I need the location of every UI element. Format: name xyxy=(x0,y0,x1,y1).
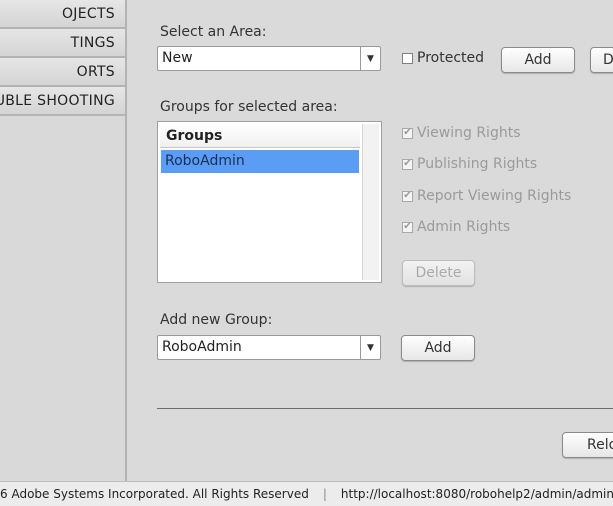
protected-label: Protected xyxy=(417,50,484,66)
dropdown-arrow-icon[interactable]: ▼ xyxy=(360,336,380,359)
check-icon[interactable]: ✔ xyxy=(402,190,413,202)
add-new-group-label: Add new Group: xyxy=(160,312,273,328)
admin-rights-checkbox-row[interactable]: ✔ Admin Rights xyxy=(402,219,510,235)
select-area-label: Select an Area: xyxy=(160,24,267,40)
list-item[interactable]: RoboAdmin xyxy=(161,150,359,173)
publishing-rights-checkbox-row[interactable]: ✔ Publishing Rights xyxy=(402,156,537,172)
add-area-button[interactable]: Add xyxy=(501,47,575,73)
delete-group-button[interactable]: Delete xyxy=(402,260,475,286)
groups-column-header[interactable]: Groups xyxy=(160,124,360,148)
sidebar-item-projects[interactable]: OJECTS xyxy=(0,0,125,29)
main-panel: Select an Area: New ▼ Protected Add D Gr… xyxy=(127,0,613,481)
sidebar-item-label: ORTS xyxy=(76,63,115,80)
check-icon[interactable]: ✔ xyxy=(402,221,413,233)
admin-rights-label: Admin Rights xyxy=(417,219,511,235)
check-icon[interactable]: ✔ xyxy=(402,158,413,170)
groups-scrollbar[interactable] xyxy=(362,124,379,280)
sidebar-nav: OJECTS TINGS ORTS UBLE SHOOTING xyxy=(0,0,127,481)
check-icon[interactable]: ✔ xyxy=(402,127,413,139)
new-group-select-value: RoboAdmin xyxy=(162,339,242,355)
reload-button[interactable]: Relo xyxy=(562,432,613,458)
status-bar: 6 Adobe Systems Incorporated. All Rights… xyxy=(0,481,613,506)
new-group-select[interactable]: RoboAdmin ▼ xyxy=(157,335,381,360)
publishing-rights-label: Publishing Rights xyxy=(417,156,538,172)
sidebar-item-settings[interactable]: TINGS xyxy=(0,29,125,58)
delete-area-button[interactable]: D xyxy=(590,47,613,73)
area-select[interactable]: New ▼ xyxy=(157,46,381,71)
sidebar-item-label: OJECTS xyxy=(61,5,115,22)
dropdown-arrow-icon[interactable]: ▼ xyxy=(360,47,380,70)
status-separator: | xyxy=(322,487,327,501)
protected-checkbox[interactable] xyxy=(402,52,413,64)
viewing-rights-checkbox-row[interactable]: ✔ Viewing Rights xyxy=(402,125,520,141)
sidebar-item-label: UBLE SHOOTING xyxy=(0,92,115,109)
groups-list[interactable]: Groups RoboAdmin xyxy=(157,121,382,283)
report-viewing-rights-checkbox-row[interactable]: ✔ Report Viewing Rights xyxy=(402,188,571,204)
add-group-button[interactable]: Add xyxy=(401,335,475,361)
viewing-rights-label: Viewing Rights xyxy=(417,125,521,141)
area-select-value: New xyxy=(162,50,193,66)
copyright-text: 6 Adobe Systems Incorporated. All Rights… xyxy=(0,487,309,501)
sidebar-item-reports[interactable]: ORTS xyxy=(0,58,125,87)
report-viewing-rights-label: Report Viewing Rights xyxy=(417,188,572,204)
status-url: http://localhost:8080/robohelp2/admin/ad… xyxy=(340,487,613,501)
groups-section-label: Groups for selected area: xyxy=(160,99,338,115)
sidebar-item-label: TINGS xyxy=(70,34,115,51)
protected-checkbox-row[interactable]: Protected xyxy=(402,50,484,66)
sidebar-item-troubleshooting[interactable]: UBLE SHOOTING xyxy=(0,87,125,116)
divider xyxy=(157,408,613,409)
